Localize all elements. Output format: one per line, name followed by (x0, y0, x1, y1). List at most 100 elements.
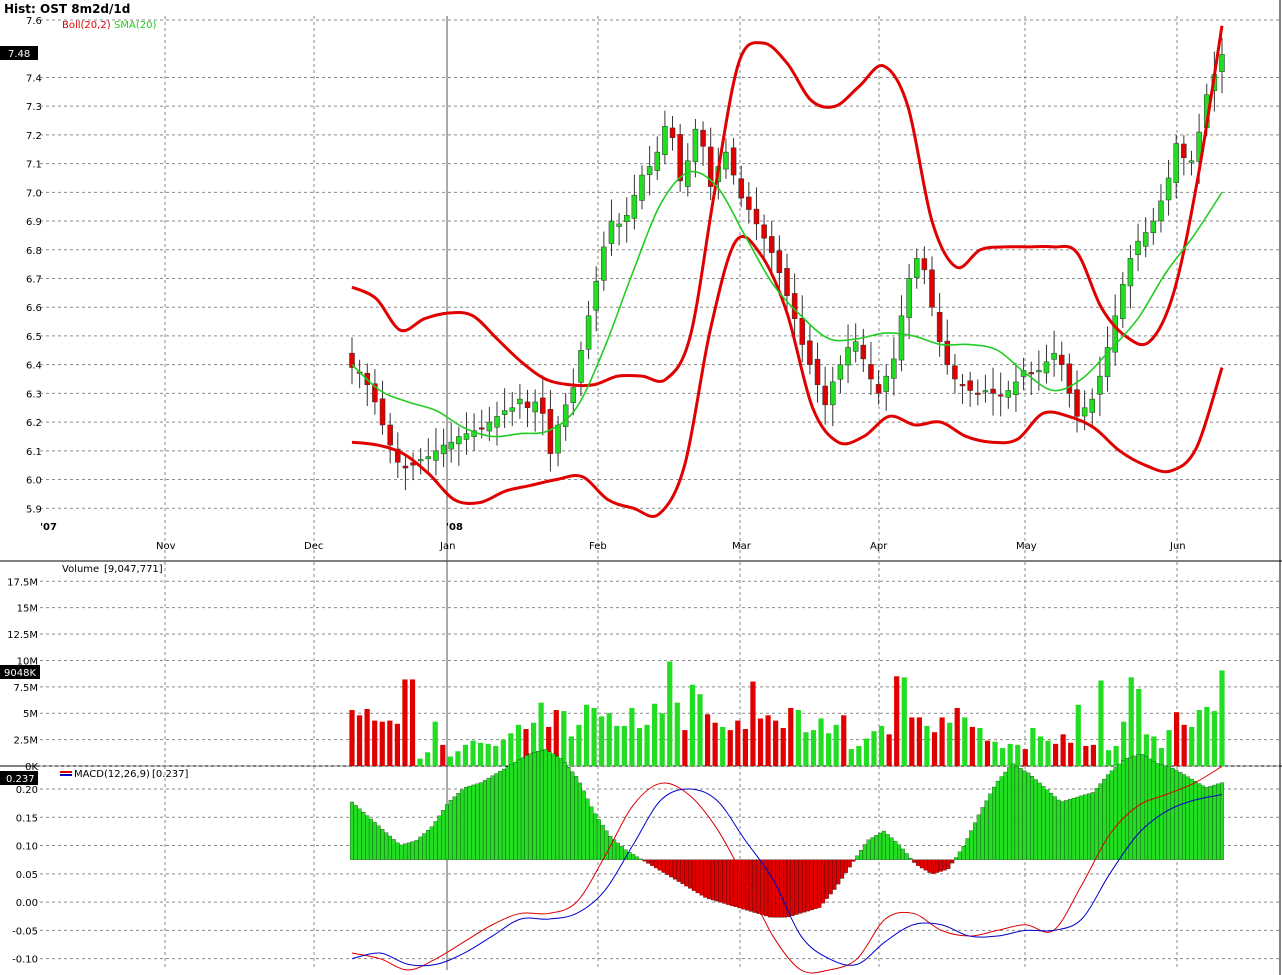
macd-value: [0.237] (152, 769, 189, 780)
candle-body (730, 147, 737, 176)
candle-body (692, 128, 699, 163)
macd-histogram-bar (418, 836, 423, 860)
macd-histogram-bar (387, 835, 393, 860)
candle-body (868, 364, 874, 380)
volume-bar (364, 709, 370, 766)
macd-histogram-bar (961, 845, 966, 860)
macd-histogram-bar (429, 826, 434, 860)
volume-tick-label: 17.5M (7, 577, 38, 588)
macd-histogram-bar (517, 759, 522, 860)
macd-histogram-bar (543, 749, 548, 860)
macd-histogram-bar (1045, 789, 1050, 860)
macd-histogram-bar (722, 859, 727, 904)
volume-bar (773, 720, 779, 766)
macd-tick-label: 0.05 (16, 870, 38, 881)
volume-bar (417, 758, 423, 766)
candle-body (1127, 258, 1134, 287)
volume-bar (1158, 748, 1165, 766)
volume-bar (727, 730, 733, 766)
macd-histogram-bar (847, 859, 852, 868)
macd-histogram-bar (596, 819, 601, 860)
macd-histogram-bar (1052, 796, 1057, 860)
volume-tick-label: 12.5M (7, 630, 38, 641)
month-label: Jan (439, 541, 455, 552)
macd-histogram-bar (1079, 795, 1084, 860)
macd-histogram-bar (661, 859, 666, 873)
macd-histogram-bar (380, 829, 385, 860)
candle-body (402, 465, 409, 469)
candle-body (1066, 363, 1073, 394)
candle-body (898, 315, 905, 361)
candle-body (1058, 354, 1065, 365)
macd-histogram-bar (805, 859, 810, 912)
candle-body (417, 459, 424, 462)
macd-histogram-bar (1064, 800, 1069, 860)
macd-histogram-bar (954, 857, 959, 860)
macd-histogram-bar (669, 859, 674, 878)
candle-body (1150, 220, 1157, 233)
macd-histogram-bar (927, 859, 932, 873)
macd-histogram-bar (969, 830, 974, 860)
month-label: Feb (589, 541, 607, 552)
volume-bar (682, 730, 688, 766)
volume-bar (871, 731, 877, 766)
month-label: Dec (304, 541, 323, 552)
candle-body (852, 341, 859, 352)
macd-histogram-bar (893, 841, 898, 860)
macd-histogram-bar (467, 785, 472, 860)
price-tick-label: 7.3 (26, 102, 42, 113)
macd-histogram-bar (646, 859, 651, 864)
volume-bar (425, 752, 431, 766)
volume-bar (1007, 743, 1013, 766)
macd-histogram-bar (1143, 756, 1149, 860)
volume-bar (394, 723, 400, 766)
macd-histogram-bar (1170, 767, 1175, 860)
macd-histogram-bar (965, 838, 970, 860)
candle-body (997, 394, 1004, 397)
volume-bar (931, 732, 938, 766)
volume-tick-label: 15M (17, 604, 38, 615)
macd-histogram-bar (1193, 781, 1198, 860)
macd-histogram-bar (665, 859, 670, 875)
volume-bar (470, 740, 476, 766)
macd-histogram-bar (741, 859, 746, 910)
macd-histogram-bar (992, 786, 997, 860)
macd-histogram-bar (391, 839, 396, 860)
volume-bar (621, 725, 627, 766)
macd-histogram-bar (486, 777, 491, 860)
volume-bar (629, 707, 635, 766)
volume-bar (742, 729, 748, 766)
macd-histogram-bar (733, 859, 738, 908)
macd-histogram-bar (585, 798, 590, 860)
candle-body (501, 410, 508, 415)
svg-text:9048K: 9048K (4, 668, 36, 679)
candle-body (1165, 177, 1172, 201)
volume-bar (765, 715, 771, 766)
candle-body (578, 350, 584, 383)
macd-histogram-bar (676, 859, 681, 882)
volume-bar (372, 720, 378, 766)
volume-bar (432, 721, 438, 766)
macd-histogram-bar (760, 859, 765, 915)
volume-bar (1105, 750, 1112, 766)
macd-histogram-bar (513, 762, 518, 860)
candle-body (906, 278, 912, 318)
macd-histogram-bar (589, 806, 594, 860)
volume-bar (561, 711, 567, 766)
macd-histogram-bar (1197, 783, 1202, 860)
macd-histogram-bar (425, 829, 431, 860)
volume-bar (583, 704, 590, 766)
macd-histogram-bar (862, 844, 867, 860)
price-tick-label: 7.0 (26, 188, 42, 199)
volume-bar (667, 661, 673, 766)
candle-body (639, 174, 645, 201)
macd-histogram-bar (1219, 782, 1225, 860)
macd-histogram-bar (368, 818, 374, 860)
volume-bar (1204, 706, 1210, 766)
candle-body (929, 269, 935, 308)
candle-body (570, 387, 577, 403)
price-plot (349, 25, 1225, 518)
volume-plot (349, 661, 1225, 766)
volume-bar (1083, 745, 1089, 766)
macd-histogram-bar (824, 859, 829, 899)
